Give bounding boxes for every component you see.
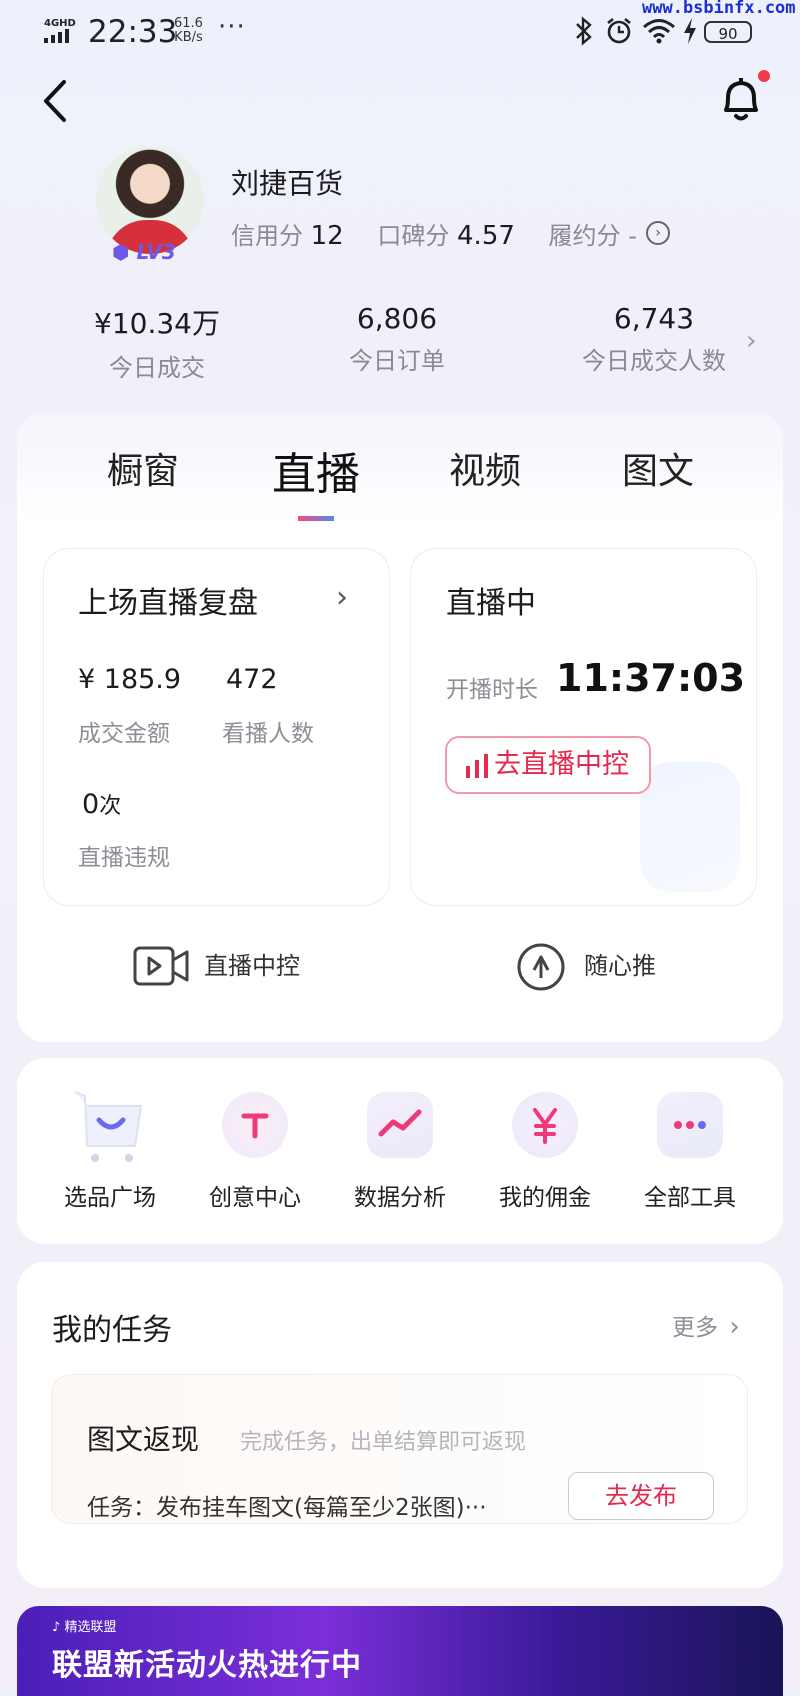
notification-button[interactable] [716, 72, 766, 126]
live-now-title: 直播中 [446, 586, 536, 621]
battery-icon: 90 [704, 21, 752, 43]
clock: 22:33 [88, 14, 178, 50]
tool-creative-center[interactable]: 创意中心 [195, 1092, 315, 1212]
hexagon-icon: ⬢ [112, 240, 130, 264]
network-type: 4GHD [44, 18, 76, 29]
tab-article[interactable]: 图文 [622, 442, 694, 494]
violations-value: 0 [82, 789, 100, 820]
bulb-icon [222, 1092, 288, 1158]
more-label: 更多 [672, 1315, 718, 1341]
tab-showcase[interactable]: 橱窗 [107, 442, 179, 494]
back-button[interactable] [38, 76, 74, 126]
yuan-icon [512, 1092, 578, 1158]
level-badge: ⬢ LV3 [112, 240, 178, 266]
credit-value: 12 [310, 221, 344, 251]
tool-data-analysis[interactable]: 数据分析 [340, 1092, 460, 1212]
violations-unit: 次 [99, 794, 122, 819]
bell-icon [724, 78, 758, 121]
tool-label: 全部工具 [644, 1185, 736, 1211]
banner-headline: 联盟新活动火热进行中 [52, 1648, 362, 1683]
status-bar: 4GHD 22:33 61.6 KB/s ··· 90 www.bsbinfx.… [0, 0, 800, 62]
avatar[interactable] [96, 146, 204, 254]
violations-count: 0次 [82, 788, 121, 820]
stat-label: 今日成交人数 [582, 347, 726, 375]
go-live-control-label: 去直播中控 [494, 749, 629, 780]
signal-bars-icon [465, 754, 491, 778]
task-subtitle: 完成任务，出单结算即可返现 [240, 1430, 527, 1455]
publish-button[interactable]: 去发布 [568, 1472, 714, 1520]
tab-live[interactable]: 直播 [272, 438, 360, 502]
reputation-label: 口碑分 [377, 222, 450, 250]
stat-value: 6,806 [356, 302, 438, 335]
shop-name: 刘捷百货 [231, 167, 344, 200]
viewers-label: 看播人数 [222, 721, 314, 747]
task-description: 任务：发布挂车图文(每篇至少2张图)··· [87, 1495, 487, 1521]
more-status-icon: ··· [218, 12, 246, 42]
chevron-right-icon[interactable]: › [746, 326, 756, 356]
banner-brand: ♪ 精选联盟 [52, 1616, 116, 1635]
credit-label: 信用分 [231, 222, 303, 250]
score-detail-icon[interactable]: › [646, 221, 670, 245]
stat-value: 6,743 [613, 302, 695, 335]
robot-illustration [640, 762, 740, 892]
gmv-label: 成交金额 [78, 721, 170, 747]
tasks-title: 我的任务 [52, 1313, 172, 1348]
cart-icon [74, 1091, 143, 1162]
speed-unit: KB/s [174, 30, 203, 45]
tool-label: 选品广场 [64, 1185, 156, 1211]
chart-icon [367, 1092, 433, 1158]
reputation-value: 4.57 [457, 221, 515, 251]
bluetooth-icon [574, 16, 594, 50]
tool-all-tools[interactable]: 全部工具 [630, 1092, 750, 1212]
promote-icon [516, 942, 566, 996]
live-control-link[interactable]: 直播中控 [204, 946, 300, 981]
duration-label: 开播时长 [446, 677, 538, 703]
tiktok-logo-icon: ♪ [52, 1620, 61, 1635]
network-speed: 61.6 KB/s [174, 17, 203, 45]
chevron-left-icon [44, 80, 66, 122]
violations-label: 直播违规 [78, 845, 170, 871]
stat-gmv[interactable]: ¥10.34万 今日成交 [84, 302, 230, 383]
gmv-value: ¥ 185.9 [78, 664, 182, 695]
chevron-right-icon: › [336, 580, 348, 615]
tab-video[interactable]: 视频 [449, 442, 521, 494]
more-dots-icon [657, 1092, 723, 1158]
stat-label: 今日订单 [349, 347, 445, 375]
stat-orders[interactable]: 6,806 今日订单 [324, 302, 470, 376]
promote-link[interactable]: 随心推 [584, 946, 656, 981]
level-text: LV3 [136, 240, 176, 264]
speed-value: 61.6 [174, 16, 203, 31]
wifi-icon [642, 18, 676, 48]
fulfil-value: - [628, 222, 637, 250]
tasks-more-link[interactable]: 更多 › [672, 1308, 740, 1342]
signal-icon: 4GHD [44, 18, 76, 46]
task-title: 图文返现 [87, 1423, 200, 1456]
live-duration: 11:37:03 [556, 656, 746, 700]
alarm-icon [604, 16, 634, 50]
stat-label: 今日成交 [109, 354, 205, 382]
watermark: www.bsbinfx.com [642, 0, 796, 18]
viewers-value: 472 [226, 664, 278, 695]
tool-label: 数据分析 [354, 1185, 446, 1211]
tool-label: 创意中心 [209, 1185, 301, 1211]
stat-value: ¥10.34万 [94, 307, 220, 340]
charging-icon [682, 16, 698, 50]
stat-buyers[interactable]: 6,743 今日成交人数 [566, 302, 742, 376]
fulfil-label: 履约分 [548, 222, 621, 250]
last-live-title: 上场直播复盘 [78, 586, 258, 621]
chevron-right-icon: › [729, 1312, 740, 1342]
notification-dot [758, 70, 770, 82]
tool-label: 我的佣金 [499, 1185, 591, 1211]
tool-selection-plaza[interactable]: 选品广场 [50, 1091, 170, 1212]
tool-my-commission[interactable]: 我的佣金 [485, 1092, 605, 1212]
video-icon [133, 946, 189, 990]
banner-brand-text: 精选联盟 [64, 1620, 117, 1635]
score-row[interactable]: 信用分 12 口碑分 4.57 履约分 - [231, 216, 637, 251]
